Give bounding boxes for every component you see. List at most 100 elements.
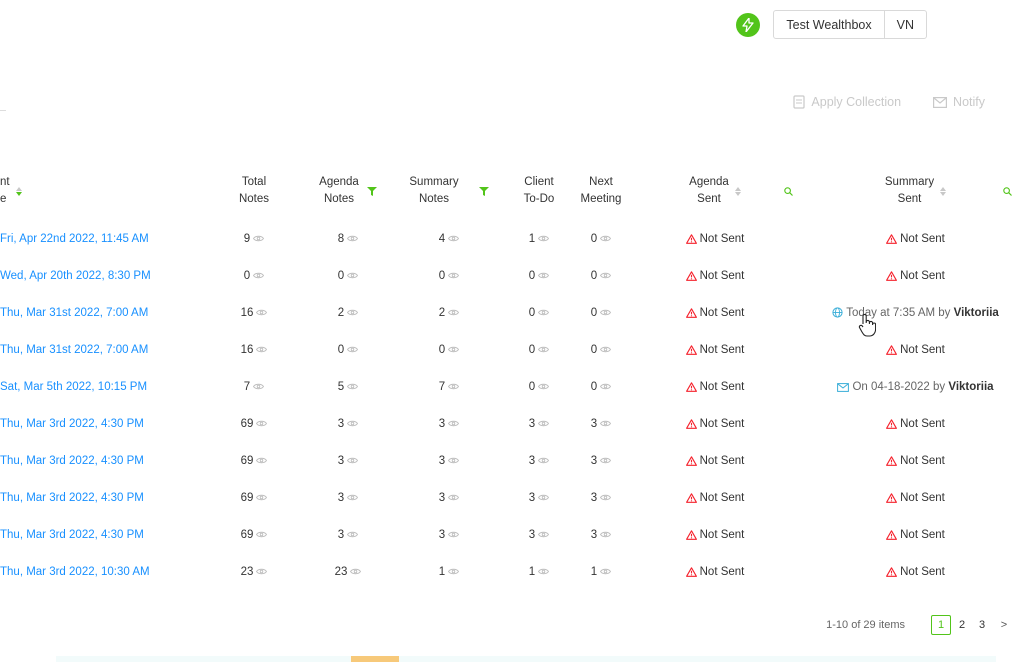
eye-icon[interactable] — [538, 494, 550, 501]
eye-icon[interactable] — [347, 531, 359, 538]
eye-icon[interactable] — [538, 309, 550, 316]
page-3[interactable]: 3 — [973, 616, 991, 634]
eye-icon[interactable] — [350, 568, 362, 575]
eye-icon[interactable] — [256, 420, 268, 427]
eye-icon[interactable] — [448, 531, 460, 538]
eye-icon[interactable] — [538, 420, 550, 427]
eye-icon[interactable] — [448, 383, 460, 390]
agenda-sent-status: Not Sent — [699, 232, 745, 245]
eye-icon[interactable] — [256, 346, 268, 353]
funnel-icon[interactable] — [366, 186, 377, 196]
eye-icon[interactable] — [256, 494, 268, 501]
user-switcher[interactable]: Test Wealthbox VN — [773, 10, 927, 39]
eye-icon[interactable] — [538, 531, 550, 538]
summary-sent-cell: Not Sent — [801, 479, 1030, 516]
col-date[interactable]: nt e — [0, 162, 205, 220]
lightning-icon[interactable] — [736, 12, 761, 37]
warning-icon — [685, 270, 697, 281]
eye-icon[interactable] — [253, 235, 265, 242]
meeting-date-link[interactable]: Thu, Mar 3rd 2022, 4:30 PM — [0, 479, 205, 516]
page-2[interactable]: 2 — [953, 616, 971, 634]
eye-icon[interactable] — [256, 457, 268, 464]
eye-icon[interactable] — [600, 420, 612, 427]
eye-icon[interactable] — [600, 531, 612, 538]
eye-icon[interactable] — [347, 420, 359, 427]
eye-icon[interactable] — [347, 383, 359, 390]
eye-icon[interactable] — [256, 531, 268, 538]
notify-button[interactable]: Notify — [933, 95, 985, 109]
summary-notes-value: 3 — [438, 491, 446, 504]
eye-icon[interactable] — [600, 272, 612, 279]
eye-icon[interactable] — [448, 457, 460, 464]
search-icon[interactable] — [1003, 187, 1012, 196]
meeting-date-link[interactable]: Wed, Apr 20th 2022, 8:30 PM — [0, 257, 205, 294]
page-1[interactable]: 1 — [931, 615, 951, 635]
search-icon[interactable] — [784, 187, 793, 196]
table-row[interactable]: Fri, Apr 22nd 2022, 11:45 AM 9 8 4 1 0 Not Sen… — [0, 220, 1030, 257]
total-notes-cell: 23 — [205, 553, 303, 590]
horizontal-scrollbar[interactable] — [56, 656, 996, 662]
eye-icon[interactable] — [538, 272, 550, 279]
sort-icon[interactable] — [15, 186, 22, 196]
col-agenda-sent[interactable]: Agenda Sent — [629, 162, 801, 220]
scrollbar-thumb[interactable] — [351, 656, 399, 662]
table-row[interactable]: Wed, Apr 20th 2022, 8:30 PM 0 0 0 0 0 Not Sent… — [0, 257, 1030, 294]
meeting-date-link[interactable]: Thu, Mar 3rd 2022, 4:30 PM — [0, 516, 205, 553]
col-date-top: nt — [0, 176, 10, 188]
eye-icon[interactable] — [538, 235, 550, 242]
eye-icon[interactable] — [347, 494, 359, 501]
total-notes-value: 69 — [240, 417, 254, 430]
meeting-date-link[interactable]: Thu, Mar 3rd 2022, 10:30 AM — [0, 553, 205, 590]
eye-icon[interactable] — [600, 309, 612, 316]
eye-icon[interactable] — [600, 346, 612, 353]
eye-icon[interactable] — [448, 272, 460, 279]
eye-icon[interactable] — [347, 457, 359, 464]
eye-icon[interactable] — [347, 272, 359, 279]
eye-icon[interactable] — [600, 494, 612, 501]
meeting-date-link[interactable]: Thu, Mar 3rd 2022, 4:30 PM — [0, 405, 205, 442]
table-row[interactable]: Thu, Mar 3rd 2022, 4:30 PM 69 3 3 3 3 Not Sent… — [0, 442, 1030, 479]
sort-icon[interactable] — [940, 186, 947, 196]
eye-icon[interactable] — [538, 383, 550, 390]
eye-icon[interactable] — [600, 383, 612, 390]
col-summary-sent[interactable]: Summary Sent — [801, 162, 1030, 220]
summary-sent-user[interactable]: Viktoriia — [948, 381, 993, 393]
eye-icon[interactable] — [448, 568, 460, 575]
meeting-date-link[interactable]: Thu, Mar 3rd 2022, 4:30 PM — [0, 442, 205, 479]
table-row[interactable]: Thu, Mar 3rd 2022, 4:30 PM 69 3 3 3 3 Not Sent… — [0, 479, 1030, 516]
eye-icon[interactable] — [347, 309, 359, 316]
table-row[interactable]: Sat, Mar 5th 2022, 10:15 PM 7 5 7 0 0 Not Sent… — [0, 368, 1030, 405]
eye-icon[interactable] — [538, 457, 550, 464]
user-initials[interactable]: VN — [883, 11, 926, 38]
sort-icon[interactable] — [734, 186, 741, 196]
apply-collection-button[interactable]: Apply Collection — [793, 95, 901, 109]
eye-icon[interactable] — [448, 346, 460, 353]
funnel-icon[interactable] — [478, 186, 489, 196]
next-page-button[interactable]: > — [995, 616, 1013, 634]
eye-icon[interactable] — [448, 235, 460, 242]
eye-icon[interactable] — [253, 383, 265, 390]
eye-icon[interactable] — [600, 457, 612, 464]
meeting-date-link[interactable]: Thu, Mar 31st 2022, 7:00 AM — [0, 331, 205, 368]
eye-icon[interactable] — [448, 494, 460, 501]
table-row[interactable]: Thu, Mar 3rd 2022, 4:30 PM 69 3 3 3 3 Not Sent… — [0, 516, 1030, 553]
eye-icon[interactable] — [347, 235, 359, 242]
eye-icon[interactable] — [347, 346, 359, 353]
eye-icon[interactable] — [256, 309, 268, 316]
workspace-name[interactable]: Test Wealthbox — [774, 11, 883, 38]
eye-icon[interactable] — [600, 235, 612, 242]
eye-icon[interactable] — [538, 346, 550, 353]
table-row[interactable]: Thu, Mar 3rd 2022, 4:30 PM 69 3 3 3 3 Not Sent… — [0, 405, 1030, 442]
eye-icon[interactable] — [600, 568, 612, 575]
summary-sent-user[interactable]: Viktoriia — [954, 307, 999, 319]
meeting-date-link[interactable]: Sat, Mar 5th 2022, 10:15 PM — [0, 368, 205, 405]
eye-icon[interactable] — [448, 309, 460, 316]
meeting-date-link[interactable]: Fri, Apr 22nd 2022, 11:45 AM — [0, 220, 205, 257]
meeting-date-link[interactable]: Thu, Mar 31st 2022, 7:00 AM — [0, 294, 205, 331]
eye-icon[interactable] — [538, 568, 550, 575]
eye-icon[interactable] — [448, 420, 460, 427]
eye-icon[interactable] — [253, 272, 265, 279]
eye-icon[interactable] — [256, 568, 268, 575]
table-row[interactable]: Thu, Mar 3rd 2022, 10:30 AM 23 23 1 1 1 Not Se… — [0, 553, 1030, 590]
total-notes-cell: 69 — [205, 405, 303, 442]
